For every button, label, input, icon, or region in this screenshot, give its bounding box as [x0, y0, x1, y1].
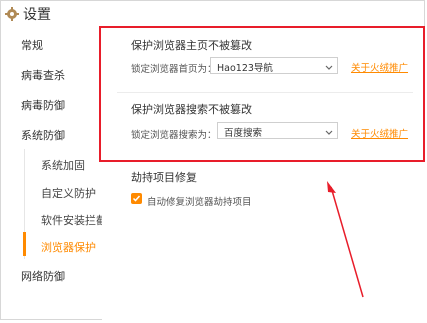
settings-window: 设置 常规 病毒查杀 病毒防御 系统防御 系统加固 自定义防护 软件安装拦截 浏…	[0, 0, 425, 321]
annotation-arrow-icon	[327, 181, 364, 298]
